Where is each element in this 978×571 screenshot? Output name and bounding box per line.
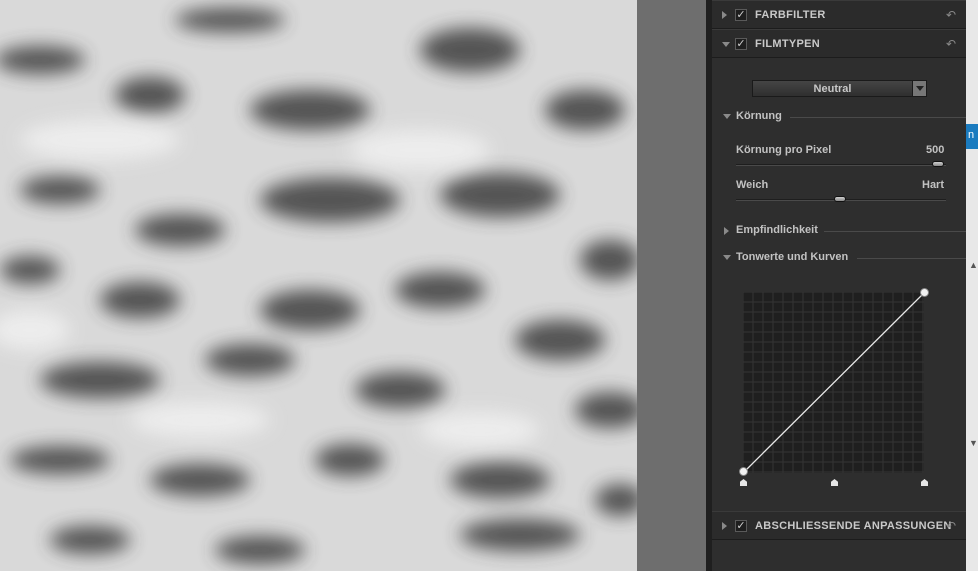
grain-per-pixel-label: Körnung pro Pixel [736,144,832,156]
filmtype-select[interactable]: Neutral [752,80,927,97]
partial-button-label: n [968,129,975,141]
divider [790,117,966,118]
expand-arrow-icon[interactable] [722,11,727,19]
soft-label: Weich [736,179,769,191]
section-header-farbfilter[interactable]: ✓ FARBFILTER ↶ [712,0,966,29]
subsection-label: Körnung [736,110,782,122]
reset-icon[interactable]: ↶ [946,37,956,51]
settings-panel: ✓ FARBFILTER ↶ ✓ FILMTYPEN ↶ Neutral Kör… [712,0,966,571]
scroll-up-icon[interactable]: ▲ [969,260,978,270]
slider-thumb[interactable] [932,161,944,167]
subsection-empfindlichkeit[interactable]: Empfindlichkeit [712,223,966,239]
reset-icon[interactable]: ↶ [946,8,956,22]
dropdown-arrow-icon[interactable] [912,81,926,96]
collapse-arrow-icon[interactable] [723,114,731,119]
section-title: ABSCHLIESSENDE ANPASSUNGEN [755,520,952,532]
workspace-gutter [637,0,708,571]
grain-per-pixel-value: 500 [926,144,945,156]
filmtype-select-value: Neutral [813,83,852,95]
highlights-handle[interactable] [921,479,928,486]
section-title: FARBFILTER [755,9,826,21]
curve-grid [742,291,925,473]
softness-slider[interactable] [736,196,946,202]
abschluss-enable-checkbox[interactable]: ✓ [735,520,747,532]
section-header-abschluss[interactable]: ✓ ABSCHLIESSENDE ANPASSUNGEN ↶ [712,511,966,540]
curve-point-black[interactable] [739,467,748,476]
slider-thumb[interactable] [834,196,846,202]
section-header-filmtypen[interactable]: ✓ FILMTYPEN ↶ [712,29,966,58]
subsection-label: Tonwerte und Kurven [736,251,849,263]
divider [857,258,966,259]
shadows-handle[interactable] [740,479,747,486]
midtones-handle[interactable] [831,479,838,486]
filmtypen-enable-checkbox[interactable]: ✓ [735,38,747,50]
subsection-label: Empfindlichkeit [736,224,818,236]
subsection-koernung[interactable]: Körnung [712,109,966,125]
section-title: FILMTYPEN [755,38,821,50]
image-preview[interactable] [0,0,637,571]
farbfilter-enable-checkbox[interactable]: ✓ [735,9,747,21]
curve-point-white[interactable] [920,288,929,297]
background-window-edge: n ▲ ▼ [966,0,978,571]
tone-curve-editor[interactable] [739,288,929,476]
collapse-arrow-icon[interactable] [723,255,731,260]
divider [824,231,966,232]
grain-per-pixel-slider[interactable] [736,161,946,167]
subsection-tonwerte[interactable]: Tonwerte und Kurven [712,250,966,266]
hard-label: Hart [922,179,945,191]
expand-arrow-icon[interactable] [722,522,727,530]
photo-texture [0,0,637,571]
reset-icon[interactable]: ↶ [946,519,956,533]
expand-arrow-icon[interactable] [724,227,729,235]
collapse-arrow-icon[interactable] [722,42,730,47]
scroll-down-icon[interactable]: ▼ [969,438,978,448]
